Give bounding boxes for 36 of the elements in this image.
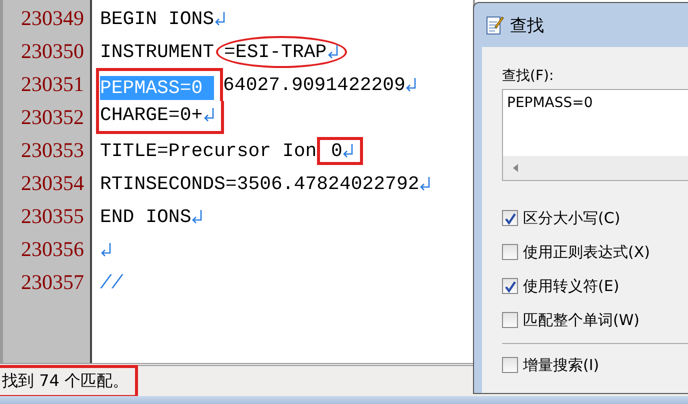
field-label: 查找(F): [502,67,555,85]
code-text: =ESI-TRAP [224,40,327,64]
code-text: CHARGE=0+ [100,102,203,126]
code-text: 0 [330,138,342,162]
line-number: 230355 [20,203,85,230]
end-of-file-mark: // [100,270,123,294]
code-text: RTINSECONDS=3506.47824022792 [100,172,420,196]
checkbox-label: 匹配整个单词(W) [523,310,640,330]
scroll-left-icon [513,164,518,172]
code-text: INSTRUMENT [100,40,214,64]
checkbox-label: 增量搜索(I) [523,356,600,374]
checkbox[interactable] [502,312,518,328]
line-number: 230356 [20,236,85,263]
search-field[interactable]: PEPMASS=0 [502,89,688,181]
line-number: 230352 [20,104,85,131]
checkbox[interactable] [502,278,518,294]
checkbox-label: 使用正则表达式(X) [523,242,650,262]
code-text: TITLE=Precursor Ion [100,138,317,162]
checkbox[interactable] [502,244,518,260]
checkbox-label: 区分大小写(C) [523,208,620,228]
line-number: 230354 [20,170,85,197]
horizontal-scrollbar[interactable] [503,156,688,180]
line-number: 230357 [20,269,85,296]
code-text: END IONS [100,204,192,228]
dialog-title: 查找 [510,14,544,36]
code-text: BEGIN IONS [100,6,214,30]
checkbox-label: 使用转义符(E) [523,276,620,296]
line-number: 230349 [20,5,85,32]
code-text: 64027.9091422209 [223,72,406,96]
line-number: 230350 [20,38,85,65]
checkbox[interactable] [502,210,518,226]
notepad-icon [486,15,504,35]
code-text: PEPMASS=0 [100,76,214,100]
checkbox[interactable] [502,357,518,373]
line-number: 230351 [20,71,85,98]
line-number: 230353 [20,137,85,164]
